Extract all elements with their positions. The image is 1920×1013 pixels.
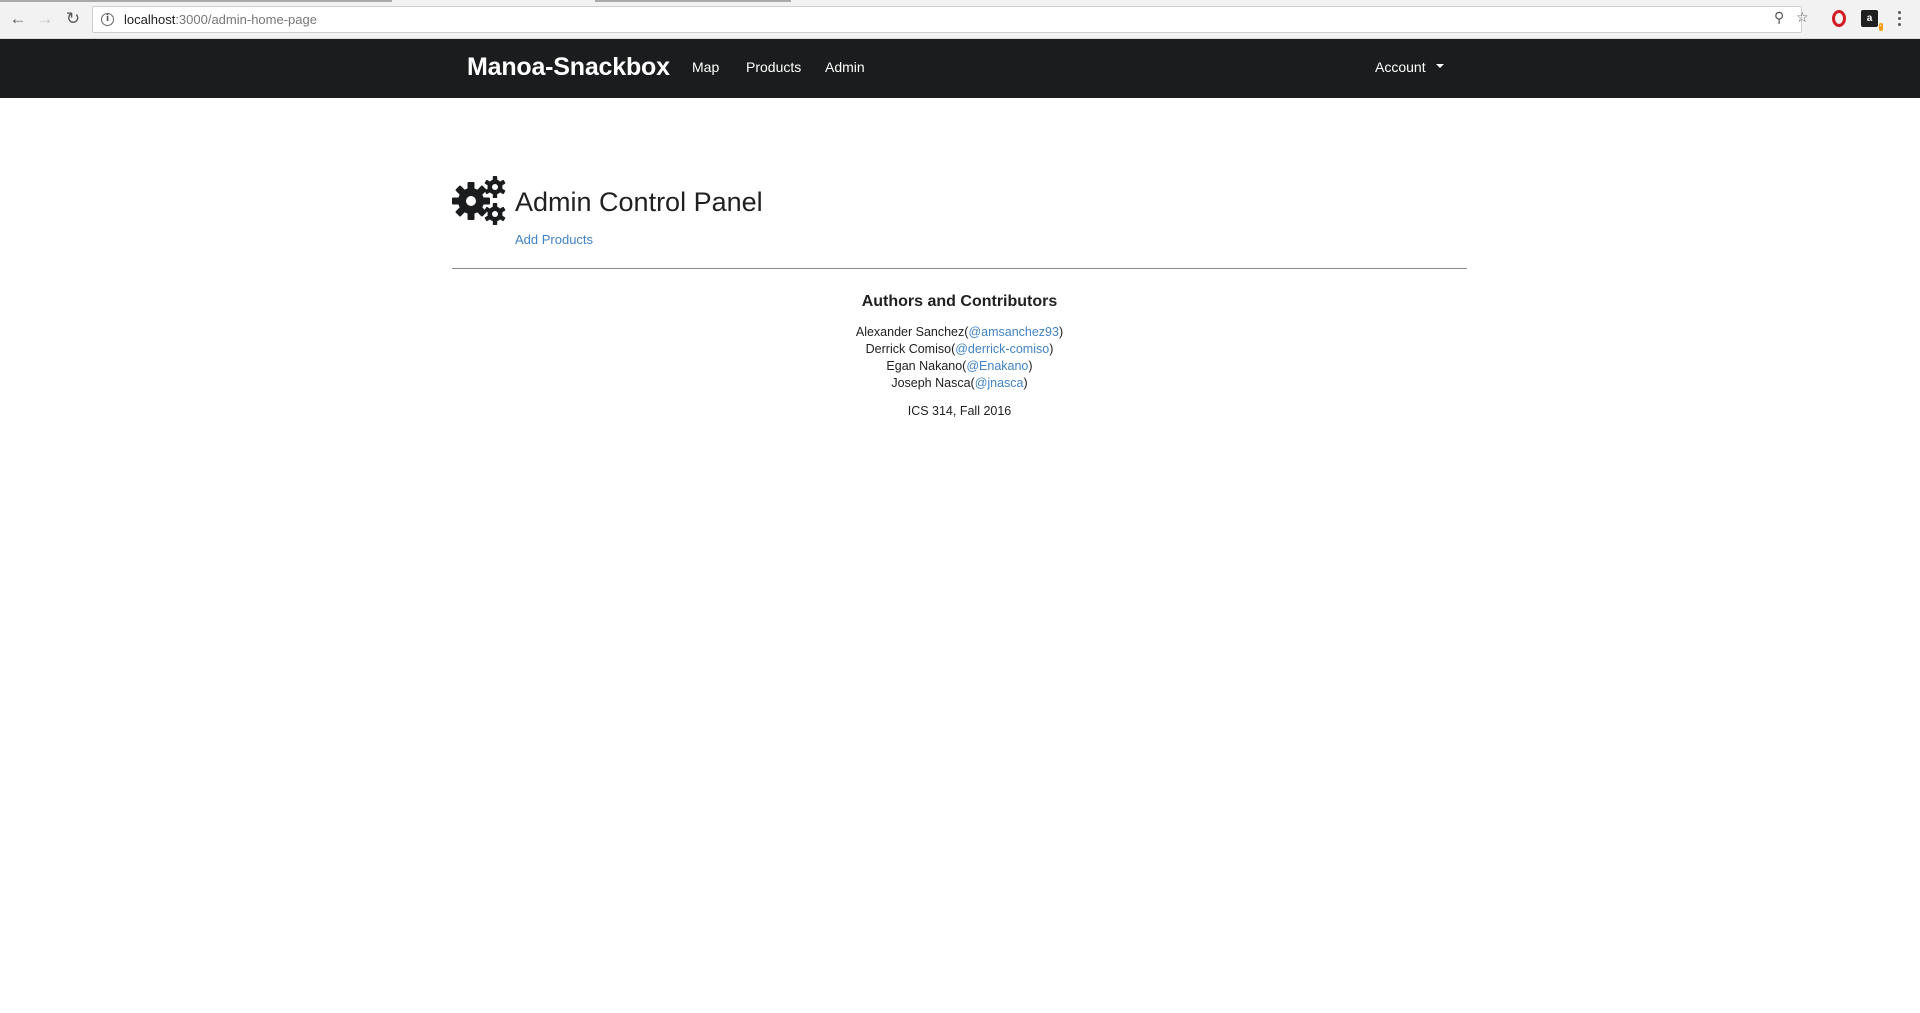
author-handle-link[interactable]: @amsanchez93 — [968, 325, 1059, 339]
authors-footer: Authors and Contributors Alexander Sanch… — [452, 293, 1467, 418]
author-name: Derrick Comiso( — [865, 342, 956, 356]
caret-down-icon — [1435, 64, 1444, 69]
author-name: Joseph Nasca( — [891, 376, 975, 390]
gears-icon — [452, 176, 506, 225]
course-info: ICS 314, Fall 2016 — [907, 404, 1012, 418]
browser-chrome: ← → ↻ i localhost:3000/admin-home-page ⚲… — [0, 0, 1920, 39]
author-handle-link[interactable]: @Enakano — [966, 359, 1028, 373]
browser-menu-icon[interactable] — [1898, 11, 1902, 29]
extension-icon[interactable]: a · — [1861, 10, 1883, 31]
author-close: ) — [1028, 359, 1033, 373]
opera-extension-icon[interactable] — [1832, 10, 1846, 27]
author-line: Joseph Nasca(@jnasca) — [452, 375, 1467, 392]
account-dropdown[interactable]: Account — [1375, 59, 1444, 75]
page-title: Admin Control Panel — [515, 187, 763, 217]
reload-button[interactable]: ↻ — [62, 8, 84, 30]
tab-indicator — [595, 0, 791, 2]
author-close: ) — [1023, 376, 1028, 390]
account-label: Account — [1375, 59, 1426, 75]
divider — [452, 268, 1467, 269]
back-button[interactable]: ← — [7, 8, 29, 30]
info-icon[interactable]: i — [101, 13, 114, 26]
author-line: Egan Nakano(@Enakano) — [452, 358, 1467, 375]
footer-heading: Authors and Contributors — [861, 293, 1058, 310]
top-navbar: Manoa-Snackbox Map Products Admin Accoun… — [0, 39, 1920, 98]
author-handle-link[interactable]: @derrick-comiso — [955, 342, 1049, 356]
tab-indicator — [0, 0, 392, 2]
brand-logo[interactable]: Manoa-Snackbox — [467, 53, 670, 82]
address-bar[interactable]: i localhost:3000/admin-home-page — [92, 6, 1802, 33]
url-host: localhost — [124, 12, 176, 27]
forward-button[interactable]: → — [34, 8, 56, 30]
url-path: :3000/admin-home-page — [175, 12, 317, 27]
zoom-icon[interactable]: ⚲ — [1774, 10, 1784, 26]
author-close: ) — [1058, 325, 1064, 339]
author-name: Alexander Sanchez( — [855, 325, 969, 339]
extension-badge: · — [1878, 23, 1883, 31]
author-name: Egan Nakano( — [886, 359, 967, 373]
nav-item-products[interactable]: Products — [746, 59, 801, 75]
author-handle-link[interactable]: @jnasca — [975, 376, 1024, 390]
author-line: Alexander Sanchez(@amsanchez93) — [452, 324, 1467, 341]
nav-item-admin[interactable]: Admin — [825, 59, 865, 75]
author-line: Derrick Comiso(@derrick-comiso) — [452, 341, 1467, 358]
add-products-link[interactable]: Add Products — [515, 232, 593, 247]
bookmark-star-icon[interactable]: ☆ — [1796, 10, 1809, 26]
nav-item-map[interactable]: Map — [692, 59, 719, 75]
author-close: ) — [1049, 342, 1054, 356]
